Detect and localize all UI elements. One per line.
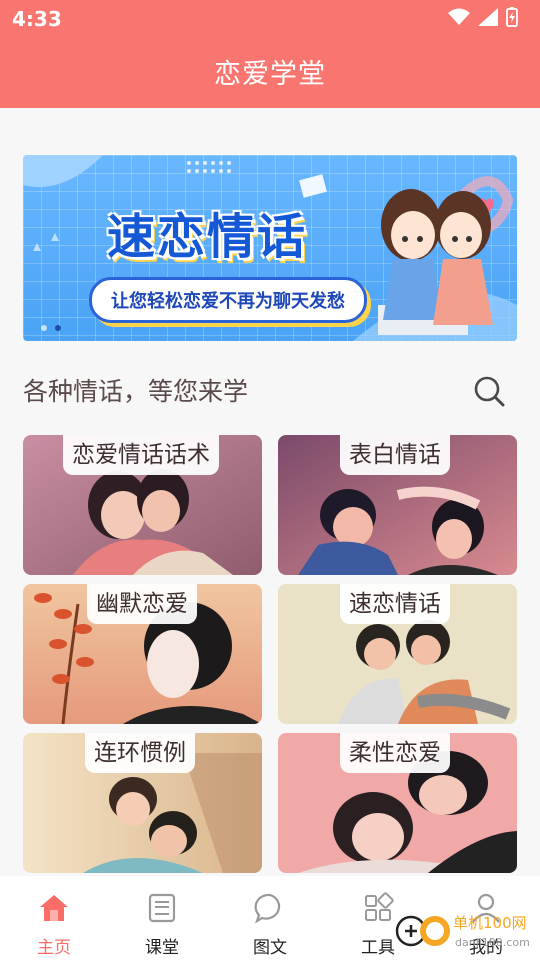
tab-label: 主页 [37,938,71,958]
promo-banner[interactable]: 速恋情话 让您轻松恋爱不再为聊天发愁 [23,155,517,341]
signal-icon [478,8,498,26]
tab-articles[interactable]: 图文 [216,876,324,960]
tab-home[interactable]: 主页 [0,876,108,960]
category-label: 表白情话 [340,435,450,475]
category-card-gentle-love[interactable]: 柔性恋爱 [278,733,517,873]
section-title: 各种情话，等您来学 [23,377,249,406]
category-card-humor[interactable]: 幽默恋爱 [23,584,262,724]
banner-subtitle: 让您轻松恋爱不再为聊天发愁 [89,277,367,323]
watermark-subtext: danji100.com [455,936,530,949]
tab-label: 图文 [253,938,287,958]
category-label: 柔性恋爱 [340,733,450,773]
watermark-logo-icon: 单机100网 danji100.com [395,914,530,949]
status-time: 4:33 [12,7,62,31]
page-title: 恋爱学堂 [214,59,326,90]
category-label: 幽默恋爱 [87,584,197,624]
indicator-dot-active [55,325,61,331]
home-icon [40,895,68,921]
tab-label: 课堂 [145,938,179,958]
category-card-chain-routine[interactable]: 连环惯例 [23,733,262,873]
banner-title: 速恋情话 [107,209,308,265]
category-card-speed-love[interactable]: 速恋情话 [278,584,517,724]
book-icon [148,893,176,923]
category-card-flirt-talk[interactable]: 恋爱情话话术 [23,435,262,575]
grid-tools-icon [365,892,394,921]
search-icon [474,376,505,407]
app-header: 4:33 恋爱学堂 [0,0,540,108]
indicator-dot [41,325,47,331]
category-label: 连环惯例 [85,733,195,773]
banner-page-indicator [41,325,61,331]
watermark-text: 单机100网 [453,914,527,932]
chat-bubble-icon [254,893,281,924]
wifi-icon [448,8,470,25]
search-button[interactable] [472,374,506,408]
status-bar: 4:33 [0,0,540,36]
category-card-confession[interactable]: 表白情话 [278,435,517,575]
site-watermark: 单机100网 danji100.com [395,906,535,956]
category-label: 恋爱情话话术 [63,435,219,475]
tab-classroom[interactable]: 课堂 [108,876,216,960]
category-label: 速恋情话 [340,584,450,624]
battery-charging-icon [506,7,518,27]
